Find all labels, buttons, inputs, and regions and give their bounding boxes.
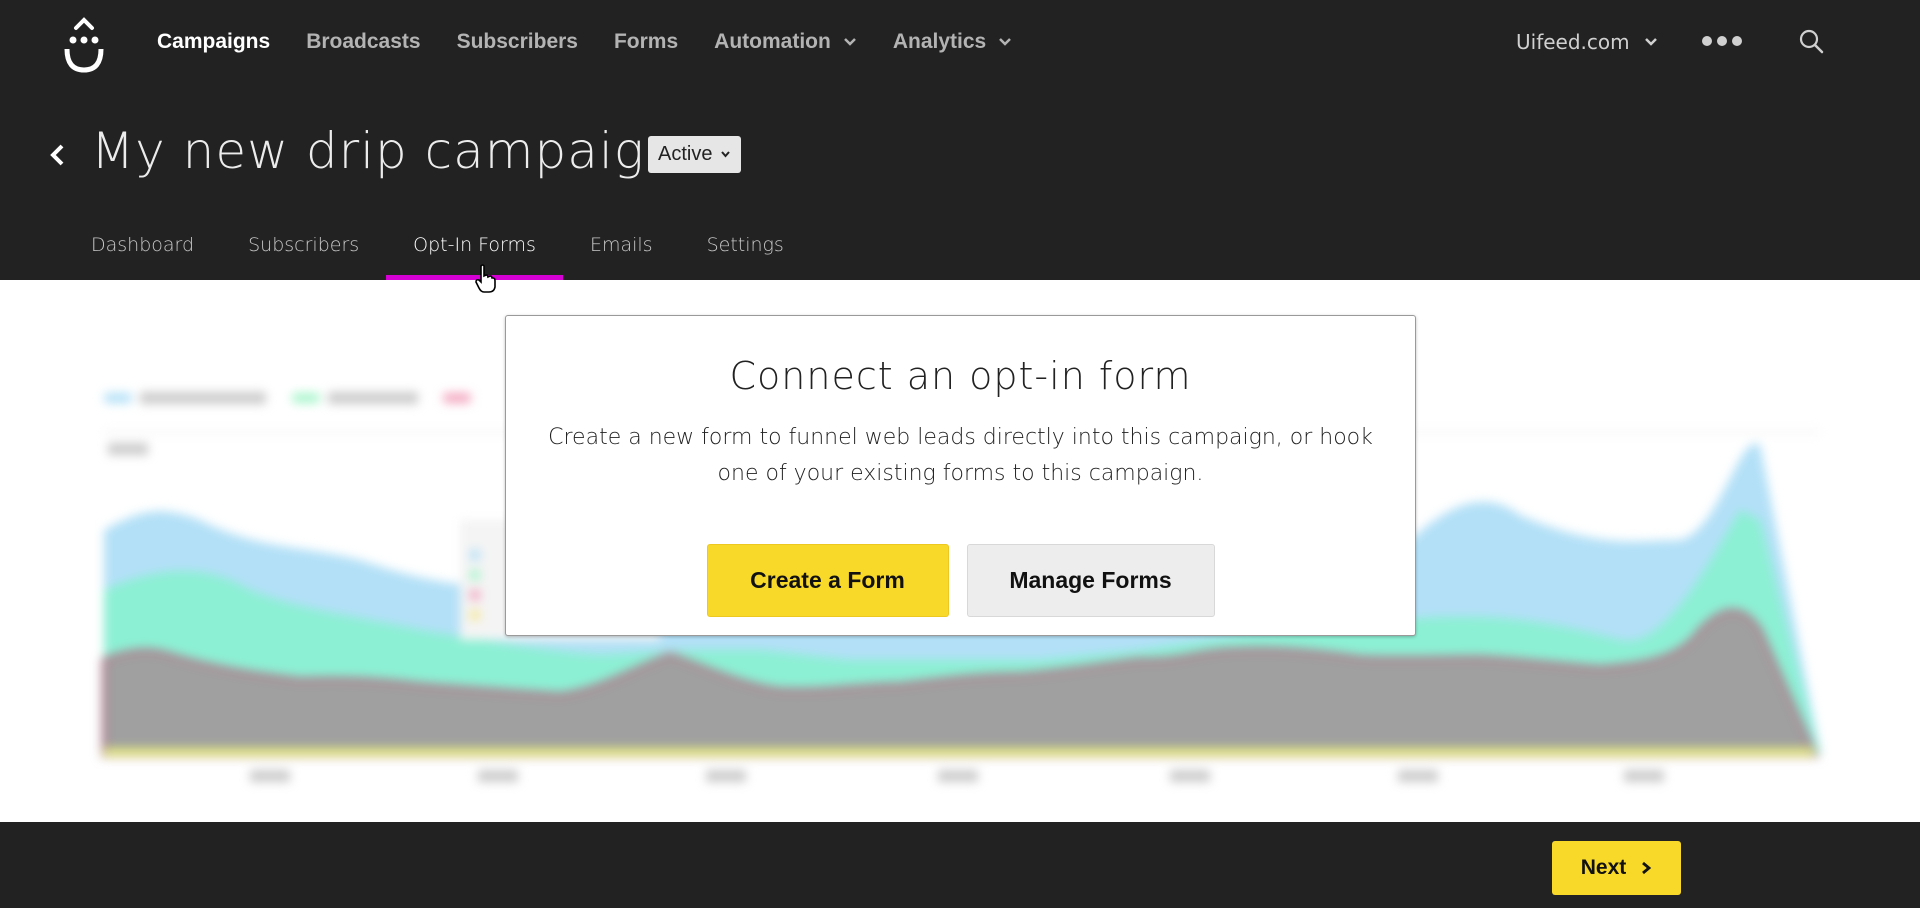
modal-actions: Create a Form Manage Forms <box>506 544 1415 617</box>
search-icon[interactable] <box>1798 28 1826 56</box>
nav-broadcasts[interactable]: Broadcasts <box>306 30 420 54</box>
chevron-down-icon <box>999 38 1012 46</box>
chevron-down-icon <box>721 151 731 158</box>
campaign-tabs: Dashboard Subscribers Opt-In Forms Email… <box>64 224 811 280</box>
tab-subscribers[interactable]: Subscribers <box>221 224 386 280</box>
next-button[interactable]: Next <box>1552 841 1681 895</box>
area-series-yellow <box>104 748 1814 756</box>
nav-label: Subscribers <box>456 30 578 53</box>
connect-form-modal: Connect an opt-in form Create a new form… <box>505 315 1416 636</box>
chevron-down-icon <box>843 38 856 46</box>
status-label: Active <box>658 143 713 165</box>
hand-cursor-icon <box>475 264 496 293</box>
nav-label: Forms <box>613 30 679 53</box>
tab-dashboard[interactable]: Dashboard <box>64 224 221 280</box>
chart-legend <box>104 392 471 404</box>
nav-analytics[interactable]: Analytics <box>893 30 1012 54</box>
chevron-right-icon <box>1642 861 1652 875</box>
back-chevron-icon[interactable] <box>48 142 68 168</box>
account-label: Uifeed.com <box>1516 30 1630 54</box>
nav-label: Analytics <box>892 30 987 53</box>
logo-icon[interactable] <box>62 16 106 74</box>
x-tick-labels <box>250 770 1664 782</box>
nav-campaigns[interactable]: Campaigns <box>157 30 270 54</box>
tab-settings[interactable]: Settings <box>680 224 811 280</box>
next-label: Next <box>1580 856 1627 879</box>
nav-forms[interactable]: Forms <box>614 30 678 54</box>
modal-description: Create a new form to funnel web leads di… <box>548 425 1373 486</box>
create-form-button[interactable]: Create a Form <box>706 544 949 617</box>
status-dropdown[interactable]: Active <box>648 136 742 173</box>
nav-label: Campaigns <box>157 30 271 53</box>
nav-automation[interactable]: Automation <box>714 30 857 54</box>
manage-forms-button[interactable]: Manage Forms <box>966 544 1215 617</box>
modal-title: Connect an opt-in form <box>729 354 1192 398</box>
tab-emails[interactable]: Emails <box>563 224 680 280</box>
account-switcher[interactable]: Uifeed.com <box>1516 30 1658 54</box>
more-dots-icon[interactable] <box>1702 36 1742 46</box>
nav-label: Broadcasts <box>306 30 421 53</box>
nav-label: Automation <box>714 30 831 53</box>
main-nav: Campaigns Broadcasts Subscribers Forms A… <box>157 30 1048 54</box>
chevron-down-icon <box>1644 38 1657 46</box>
nav-subscribers[interactable]: Subscribers <box>457 30 578 54</box>
y-tick-label <box>108 443 148 455</box>
page-title: My new drip campaign <box>91 122 678 180</box>
top-bar: Campaigns Broadcasts Subscribers Forms A… <box>0 0 1920 280</box>
